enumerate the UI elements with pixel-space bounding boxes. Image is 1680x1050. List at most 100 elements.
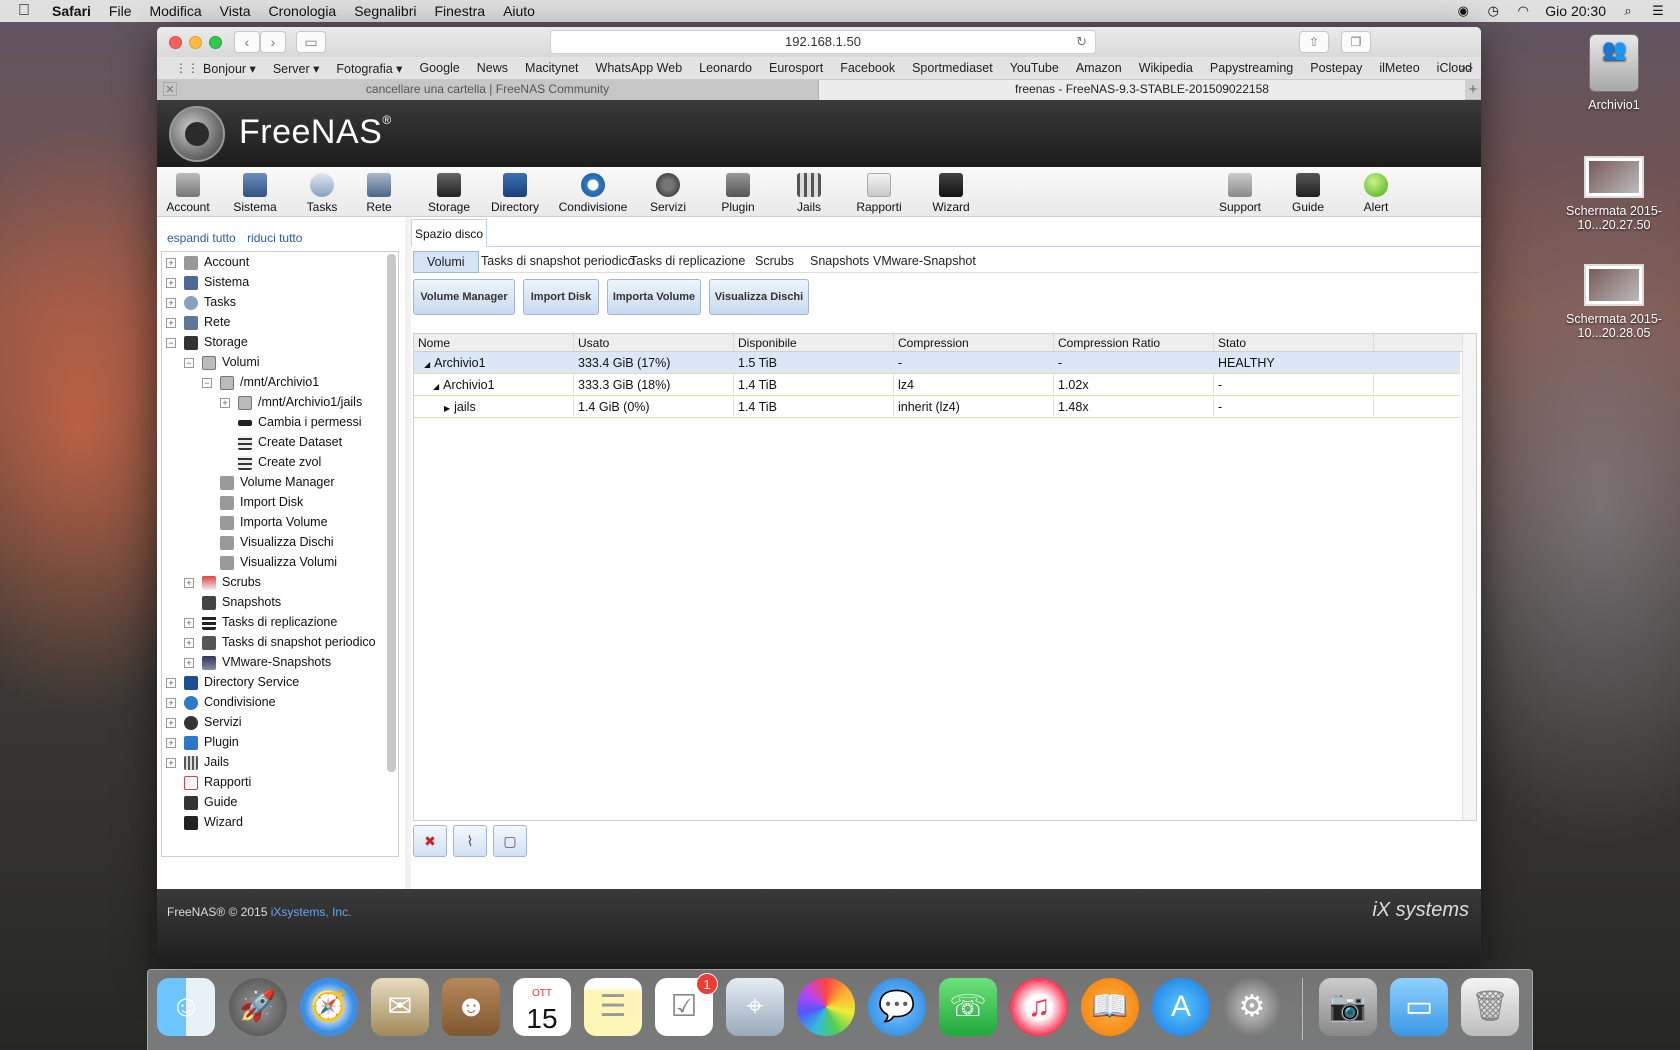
volume-status-button[interactable]: ▢ <box>493 825 527 857</box>
tab-spazio-disco[interactable]: Spazio disco <box>411 219 487 247</box>
menu-finestra[interactable]: Finestra <box>434 3 485 19</box>
collapse-triangle-icon[interactable]: ◢ <box>424 360 430 369</box>
dock-calendar-icon[interactable]: OTT 15 <box>513 978 571 1036</box>
favorites-more-button[interactable]: >> <box>1459 61 1473 75</box>
toolbar-directory[interactable]: Directory <box>485 171 545 214</box>
tree-node-guide[interactable]: Guide <box>184 792 237 812</box>
table-row[interactable]: ▶ jails 1.4 GiB (0%) 1.4 TiB inherit (lz4… <box>414 396 1460 418</box>
expand-icon[interactable]: + <box>166 277 176 288</box>
col-disponibile[interactable]: Disponibile <box>734 334 894 352</box>
scrub-volume-button[interactable]: ⌇ <box>453 825 487 857</box>
top-sites-icon[interactable]: ⋮⋮⋮ <box>175 61 211 75</box>
fullscreen-window-button[interactable] <box>209 36 222 49</box>
tree-node-plugin[interactable]: + Plugin <box>166 732 239 752</box>
tree-node-importa-volume[interactable]: Importa Volume <box>220 512 328 532</box>
menu-file[interactable]: File <box>109 3 132 19</box>
toolbar-alert[interactable]: Alert <box>1346 171 1406 214</box>
menubar-clock[interactable]: Gio 20:30 <box>1545 3 1606 19</box>
close-window-button[interactable] <box>169 36 182 49</box>
tree-node-snapshots[interactable]: Snapshots <box>202 592 281 612</box>
dock-folder-icon[interactable]: ▭ <box>1390 978 1448 1036</box>
toolbar-rete[interactable]: Rete <box>349 171 409 214</box>
share-button[interactable]: ⇧ <box>1299 31 1329 53</box>
tree-node-visualizza-volumi[interactable]: Visualizza Volumi <box>220 552 337 572</box>
volume-manager-button[interactable]: Volume Manager <box>413 279 515 315</box>
forward-button[interactable]: › <box>260 31 286 53</box>
tree-node-rete[interactable]: + Rete <box>166 312 230 332</box>
wifi-icon[interactable]: ◠ <box>1515 4 1531 18</box>
dock-facetime-icon[interactable]: ☏ <box>939 978 997 1036</box>
tree-node-directory-service[interactable]: + Directory Service <box>166 672 299 692</box>
menu-cronologia[interactable]: Cronologia <box>269 3 337 19</box>
subtab-snapshots[interactable]: Snapshots <box>810 251 869 273</box>
collapse-icon[interactable]: − <box>202 377 212 388</box>
expand-icon[interactable]: + <box>166 697 176 708</box>
expand-all-link[interactable]: espandi tutto <box>167 231 236 245</box>
ixsystems-link[interactable]: iXsystems, Inc. <box>271 905 352 919</box>
reload-icon[interactable]: ↻ <box>1076 31 1087 53</box>
menu-vista[interactable]: Vista <box>220 3 251 19</box>
tree-node-visualizza-dischi[interactable]: Visualizza Dischi <box>220 532 334 552</box>
expand-icon[interactable]: + <box>184 637 194 648</box>
collapse-icon[interactable]: − <box>166 337 176 348</box>
tree-scrollbar[interactable] <box>387 254 396 772</box>
table-scrollbar[interactable] <box>1462 334 1476 820</box>
dock-trash-icon[interactable]: 🗑 <box>1461 978 1519 1036</box>
fav-whatsapp[interactable]: WhatsApp Web <box>596 61 683 75</box>
tree-node-import-disk[interactable]: Import Disk <box>220 492 303 512</box>
tree-node-mnt-archivio1[interactable]: −/mnt/Archivio1 <box>202 372 319 392</box>
expand-icon[interactable]: + <box>166 717 176 728</box>
col-compression-ratio[interactable]: Compression Ratio <box>1054 334 1214 352</box>
dock-launchpad-icon[interactable]: 🚀 <box>229 978 287 1036</box>
tree-node-volumi[interactable]: − Volumi <box>184 352 260 372</box>
tree-node-servizi[interactable]: + Servizi <box>166 712 242 732</box>
show-tabs-button[interactable]: ❐ <box>1341 31 1371 53</box>
expand-triangle-icon[interactable]: ▶ <box>444 404 450 413</box>
subtab-vmware-snapshot[interactable]: VMware-Snapshot <box>873 251 976 273</box>
dock-finder-icon[interactable]: ☺ <box>157 978 215 1036</box>
expand-icon[interactable]: + <box>166 317 176 328</box>
sidebar-toggle-button[interactable]: ▭ <box>296 31 326 53</box>
tree-node-account[interactable]: + Account <box>166 252 249 272</box>
dock-screenshot-stack-icon[interactable]: 📷 <box>1319 978 1377 1036</box>
expand-icon[interactable]: + <box>184 577 194 588</box>
toolbar-support[interactable]: Support <box>1210 171 1270 214</box>
tree-node-cambia-permessi[interactable]: Cambia i permessi <box>238 412 362 432</box>
back-button[interactable]: ‹ <box>234 31 260 53</box>
fav-server[interactable]: Server ▾ <box>273 61 320 76</box>
spotlight-icon[interactable]: ⌕ <box>1620 4 1636 18</box>
toolbar-servizi[interactable]: Servizi <box>638 171 698 214</box>
subtab-snapshot-periodico[interactable]: Tasks di snapshot periodico <box>481 251 635 273</box>
fav-ilmeteo[interactable]: ilMeteo <box>1379 61 1419 75</box>
toolbar-guide[interactable]: Guide <box>1278 171 1338 214</box>
toolbar-rapporti[interactable]: Rapporti <box>849 171 909 214</box>
tab-freenas-community[interactable]: ✕ cancellare una cartella | FreeNAS Comm… <box>157 80 819 100</box>
tree-node-condivisione[interactable]: + Condivisione <box>166 692 276 712</box>
tree-node-create-dataset[interactable]: Create Dataset <box>238 432 342 452</box>
expand-icon[interactable]: + <box>166 297 176 308</box>
address-bar[interactable]: 192.168.1.50 ↻ <box>550 30 1096 54</box>
tree-node-tasks-snapshot-periodico[interactable]: + Tasks di snapshot periodico <box>184 632 376 652</box>
menu-app-name[interactable]: Safari <box>52 3 91 19</box>
detach-volume-button[interactable]: ✖ <box>413 825 447 857</box>
menu-aiuto[interactable]: Aiuto <box>503 3 535 19</box>
collapse-icon[interactable]: − <box>184 357 194 368</box>
fav-fotografia[interactable]: Fotografia ▾ <box>336 61 402 76</box>
tab-freenas[interactable]: freenas - FreeNAS-9.3-STABLE-20150902215… <box>819 80 1465 100</box>
creative-cloud-icon[interactable]: ◉ <box>1455 4 1471 18</box>
table-row[interactable]: ◢ Archivio1 333.3 GiB (18%) 1.4 TiB lz4 1… <box>414 374 1460 396</box>
col-compression[interactable]: Compression <box>894 334 1054 352</box>
toolbar-condivisione[interactable]: Condivisione <box>553 171 633 214</box>
tree-node-scrubs[interactable]: + Scrubs <box>184 572 261 592</box>
desktop-icon-archivio1[interactable]: Archivio1 <box>1574 34 1654 112</box>
tree-node-sistema[interactable]: + Sistema <box>166 272 249 292</box>
fav-macitynet[interactable]: Macitynet <box>525 61 579 75</box>
toolbar-jails[interactable]: Jails <box>779 171 839 214</box>
toolbar-plugin[interactable]: Plugin <box>708 171 768 214</box>
fav-sportmediaset[interactable]: Sportmediaset <box>912 61 993 75</box>
tree-node-rapporti[interactable]: Rapporti <box>184 772 251 792</box>
tree-node-storage[interactable]: − Storage <box>166 332 248 352</box>
dock-contacts-icon[interactable]: ☻ <box>442 978 500 1036</box>
tree-node-tasks[interactable]: + Tasks <box>166 292 236 312</box>
visualizza-dischi-button[interactable]: Visualizza Dischi <box>709 279 809 315</box>
